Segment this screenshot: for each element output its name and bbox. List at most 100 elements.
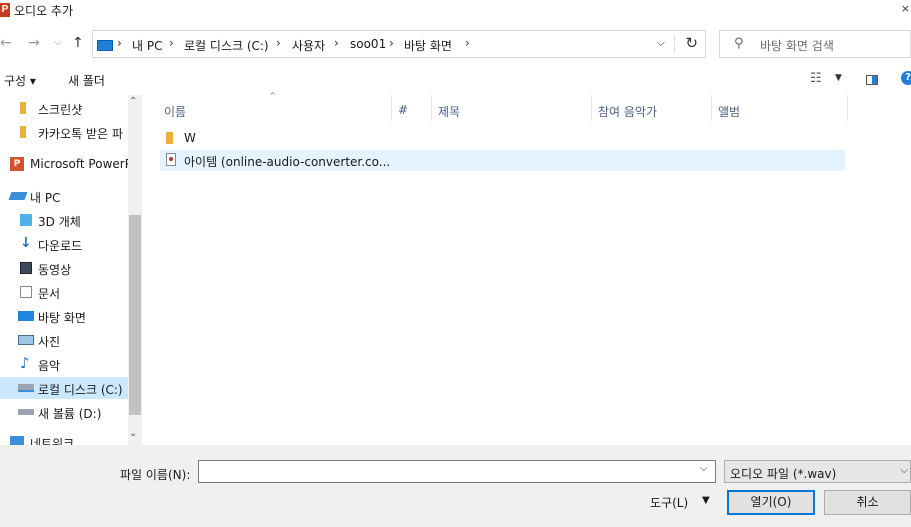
network-icon bbox=[10, 436, 24, 445]
help-icon[interactable]: ? bbox=[901, 71, 911, 85]
filename-label: 파일 이름(N): bbox=[120, 468, 191, 482]
search-box[interactable]: ⚲ 바탕 화면 검색 bbox=[719, 30, 911, 58]
search-icon: ⚲ bbox=[734, 36, 744, 51]
column-divider[interactable] bbox=[431, 95, 432, 121]
3d-objects-icon bbox=[20, 214, 32, 226]
search-placeholder: 바탕 화면 검색 bbox=[760, 39, 834, 53]
sidebar-item-screenshots[interactable]: 스크린샷 bbox=[0, 97, 128, 119]
close-icon[interactable]: × bbox=[901, 2, 910, 15]
view-options-icon[interactable]: ☷ bbox=[810, 71, 822, 86]
breadcrumb-separator[interactable]: › bbox=[389, 36, 394, 50]
sidebar-item-powerpoint[interactable]: P Microsoft PowerP bbox=[0, 153, 132, 175]
download-icon: ↓ bbox=[20, 235, 32, 251]
folder-icon bbox=[20, 126, 26, 138]
navigation-pane: 스크린샷 카카오톡 받은 파 P Microsoft PowerP 내 PC 3… bbox=[0, 95, 142, 445]
column-divider[interactable] bbox=[591, 95, 592, 121]
breadcrumb-separator[interactable]: › bbox=[169, 36, 174, 50]
audio-file-icon bbox=[166, 153, 176, 166]
column-divider[interactable] bbox=[391, 95, 392, 121]
scrollbar-thumb[interactable] bbox=[129, 215, 141, 415]
preview-pane-icon[interactable] bbox=[866, 75, 878, 85]
command-bar: 구성 ▾ 새 폴더 ☷ ▼ ? bbox=[0, 68, 911, 94]
sidebar-item-this-pc[interactable]: 내 PC bbox=[0, 185, 128, 207]
sidebar-item-label: 문서 bbox=[38, 287, 61, 301]
open-button[interactable]: 열기(O) bbox=[727, 490, 815, 515]
scroll-up-icon[interactable]: ⌃ bbox=[129, 96, 137, 107]
pictures-icon bbox=[18, 335, 34, 345]
pc-icon bbox=[97, 40, 113, 51]
forward-arrow-icon[interactable]: → bbox=[28, 35, 40, 51]
breadcrumb-drive[interactable]: 로컬 디스크 (C:) bbox=[184, 37, 269, 54]
sidebar-item-label: Microsoft PowerP bbox=[30, 157, 132, 171]
breadcrumb-users[interactable]: 사용자 bbox=[292, 37, 325, 54]
column-header-album[interactable]: 앨범 bbox=[718, 103, 740, 120]
sidebar-item-label: 카카오톡 받은 파 bbox=[38, 127, 123, 141]
column-header-name[interactable]: 이름 bbox=[164, 103, 186, 120]
window-title: 오디오 추가 bbox=[14, 4, 74, 18]
file-row-audio[interactable]: 아이템 (online-audio-converter.co... bbox=[160, 150, 845, 171]
breadcrumb-separator[interactable]: › bbox=[276, 36, 281, 50]
sidebar-item-documents[interactable]: 문서 bbox=[0, 281, 128, 303]
column-divider[interactable] bbox=[711, 95, 712, 121]
sidebar-item-music[interactable]: ♪ 음악 bbox=[0, 353, 128, 375]
sidebar-item-label: 3D 개체 bbox=[38, 215, 81, 229]
sidebar-item-label: 새 볼륨 (D:) bbox=[38, 407, 102, 421]
filename-input[interactable] bbox=[198, 460, 716, 483]
sidebar-item-desktop[interactable]: 바탕 화면 bbox=[0, 305, 128, 327]
breadcrumb-desktop[interactable]: 바탕 화면 bbox=[404, 37, 452, 54]
file-row-folder-w[interactable]: W bbox=[160, 128, 845, 149]
refresh-icon[interactable]: ↻ bbox=[685, 34, 698, 52]
address-bar[interactable]: › 내 PC › 로컬 디스크 (C:) › 사용자 › soo01 › 바탕 … bbox=[92, 30, 706, 58]
organize-button[interactable]: 구성 ▾ bbox=[4, 72, 36, 89]
chevron-down-icon[interactable]: ⌵ bbox=[657, 36, 665, 50]
drive-d-icon bbox=[18, 409, 34, 415]
tools-button[interactable]: 도구(L) bbox=[650, 494, 688, 511]
sidebar-item-drive-d[interactable]: 새 볼륨 (D:) bbox=[0, 401, 128, 423]
scroll-down-icon[interactable]: ⌄ bbox=[129, 428, 137, 439]
chevron-down-icon[interactable]: ▼ bbox=[835, 73, 842, 83]
title-bar: P 오디오 추가 × bbox=[0, 0, 911, 22]
sidebar-item-downloads[interactable]: ↓ 다운로드 bbox=[0, 233, 128, 255]
powerpoint-icon: P bbox=[10, 157, 24, 171]
column-divider[interactable] bbox=[847, 95, 848, 121]
caret-down-icon[interactable]: ▼ bbox=[702, 495, 710, 506]
sidebar-item-label: 동영상 bbox=[38, 263, 72, 277]
document-icon bbox=[20, 286, 32, 298]
new-folder-button[interactable]: 새 폴더 bbox=[68, 72, 105, 89]
up-arrow-icon[interactable]: ↑ bbox=[72, 35, 84, 51]
back-arrow-icon[interactable]: ← bbox=[0, 35, 12, 51]
pc-icon bbox=[8, 192, 28, 200]
sidebar-item-videos[interactable]: 동영상 bbox=[0, 257, 128, 279]
sidebar-item-label: 음악 bbox=[38, 359, 61, 373]
music-icon: ♪ bbox=[20, 354, 30, 372]
breadcrumb-pc[interactable]: 내 PC bbox=[132, 37, 162, 54]
sidebar-item-label: 스크린샷 bbox=[38, 103, 83, 117]
breadcrumb-separator[interactable]: › bbox=[334, 36, 339, 50]
breadcrumb-separator[interactable]: › bbox=[465, 36, 470, 50]
sidebar-item-3d-objects[interactable]: 3D 개체 bbox=[0, 209, 128, 231]
breadcrumb-user[interactable]: soo01 bbox=[350, 37, 386, 51]
recent-locations-icon[interactable]: ⌵ bbox=[54, 37, 62, 48]
drive-c-icon bbox=[18, 384, 34, 392]
sidebar-item-label: 네트워크 bbox=[30, 437, 75, 445]
column-header-number[interactable]: # bbox=[398, 103, 408, 117]
chevron-down-icon[interactable]: ⌵ bbox=[700, 463, 708, 474]
sidebar-item-label: 로컬 디스크 (C:) bbox=[38, 383, 123, 397]
sidebar-item-network[interactable]: 네트워크 bbox=[0, 431, 128, 445]
file-name: 아이템 (online-audio-converter.co... bbox=[184, 155, 391, 169]
sidebar-item-drive-c[interactable]: 로컬 디스크 (C:) bbox=[0, 377, 128, 399]
filetype-select[interactable]: 오디오 파일 (*.wav) ⌵ bbox=[724, 460, 911, 483]
sort-ascending-icon: ⌃ bbox=[268, 90, 278, 103]
sidebar-item-label: 사진 bbox=[38, 335, 61, 349]
column-header-artist[interactable]: 참여 음악가 bbox=[598, 103, 657, 120]
folder-icon bbox=[20, 102, 26, 114]
breadcrumb-separator[interactable]: › bbox=[117, 36, 122, 50]
sidebar-item-kakaotalk[interactable]: 카카오톡 받은 파 bbox=[0, 121, 128, 143]
column-header-title[interactable]: 제목 bbox=[438, 103, 460, 120]
sidebar-item-pictures[interactable]: 사진 bbox=[0, 329, 128, 351]
cancel-button[interactable]: 취소 bbox=[824, 490, 911, 515]
desktop-icon bbox=[18, 311, 34, 321]
sidebar-item-label: 내 PC bbox=[30, 191, 61, 205]
folder-icon bbox=[166, 132, 173, 144]
chevron-down-icon: ⌵ bbox=[900, 465, 908, 476]
